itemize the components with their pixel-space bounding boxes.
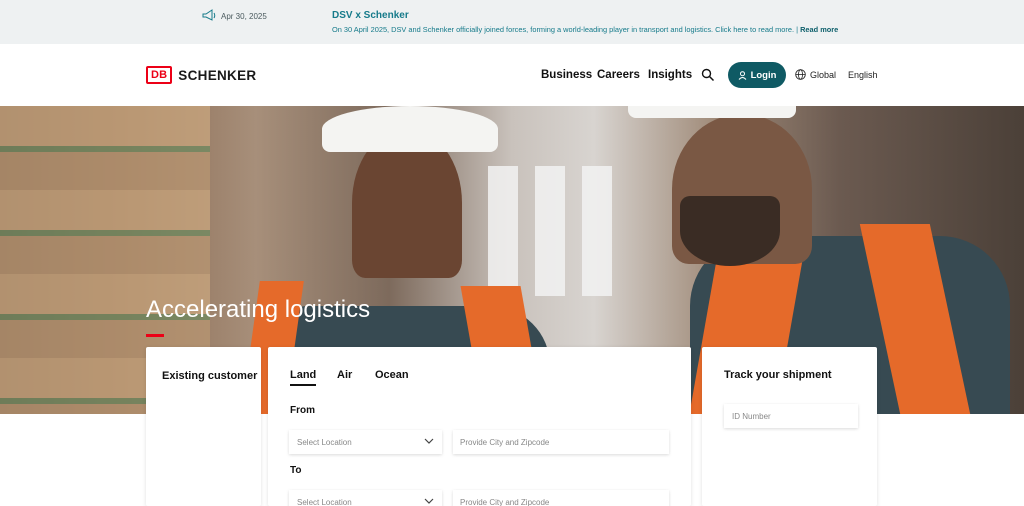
to-label: To xyxy=(290,465,302,476)
to-city-zip-input[interactable]: Provide City and Zipcode xyxy=(453,490,669,506)
read-more-link[interactable]: Read more xyxy=(800,25,838,34)
announcement-text: On 30 April 2025, DSV and Schenker offic… xyxy=(332,25,798,34)
worker-right-beard xyxy=(680,196,780,266)
logo-db-mark: DB xyxy=(146,66,173,84)
tab-air[interactable]: Air xyxy=(337,369,352,381)
announcement-date: Apr 30, 2025 xyxy=(221,12,267,21)
chevron-down-icon xyxy=(424,438,434,444)
track-shipment-label: Track your shipment xyxy=(724,369,832,381)
from-city-placeholder: Provide City and Zipcode xyxy=(460,438,550,447)
worker-right-hardhat xyxy=(628,106,796,118)
language-selector[interactable]: English xyxy=(848,70,878,80)
tracking-id-placeholder: ID Number xyxy=(732,412,771,421)
hero-headline: Accelerating logistics xyxy=(146,296,371,323)
globe-icon[interactable] xyxy=(795,69,806,80)
region-selector[interactable]: Global xyxy=(810,70,836,80)
nav-insights[interactable]: Insights xyxy=(648,69,692,81)
from-label: From xyxy=(290,405,315,416)
announcement-message: On 30 April 2025, DSV and Schenker offic… xyxy=(332,25,838,34)
login-button[interactable]: Login xyxy=(728,62,786,88)
worker-left-hardhat xyxy=(322,106,498,152)
db-schenker-logo[interactable]: DB SCHENKER xyxy=(146,66,256,84)
site-header: DB SCHENKER Business Careers Insights Lo… xyxy=(0,44,1024,106)
nav-careers[interactable]: Careers xyxy=(597,69,640,81)
to-location-select[interactable]: Select Location xyxy=(289,490,442,506)
hero-background-window xyxy=(535,166,565,296)
existing-customer-label: Existing customer xyxy=(162,370,258,382)
to-city-placeholder: Provide City and Zipcode xyxy=(460,498,550,506)
track-shipment-card: Track your shipment ID Number xyxy=(702,347,877,506)
announcement-bar[interactable]: Apr 30, 2025 DSV x Schenker On 30 April … xyxy=(0,0,1024,44)
tracking-id-input[interactable]: ID Number xyxy=(724,404,858,428)
hero-accent-line xyxy=(146,334,164,337)
quote-card: Land Air Ocean From Select Location Prov… xyxy=(268,347,691,506)
logo-name: SCHENKER xyxy=(178,67,257,83)
existing-customer-card[interactable]: Existing customer xyxy=(146,347,261,506)
hero-background-window xyxy=(582,166,612,296)
tab-land[interactable]: Land xyxy=(290,369,317,386)
chevron-down-icon xyxy=(424,498,434,504)
search-icon[interactable] xyxy=(701,68,715,82)
from-location-select[interactable]: Select Location xyxy=(289,430,442,454)
megaphone-icon xyxy=(202,9,216,21)
login-label: Login xyxy=(750,69,777,81)
announcement-title[interactable]: DSV x Schenker xyxy=(332,10,409,21)
from-select-placeholder: Select Location xyxy=(297,438,352,447)
to-select-placeholder: Select Location xyxy=(297,498,352,506)
user-icon xyxy=(738,70,746,80)
hero-background-window xyxy=(488,166,518,296)
from-city-zip-input[interactable]: Provide City and Zipcode xyxy=(453,430,669,454)
nav-business[interactable]: Business xyxy=(541,69,592,81)
tab-ocean[interactable]: Ocean xyxy=(375,369,409,381)
